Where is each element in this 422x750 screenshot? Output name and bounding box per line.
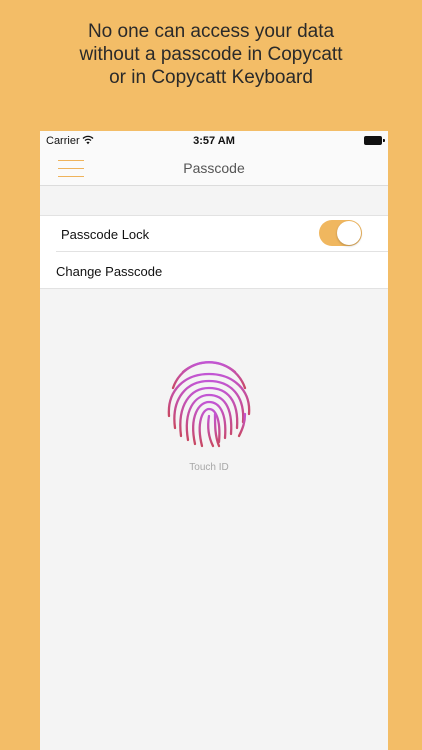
promo-caption: No one can access your data without a pa… [0,20,422,89]
status-bar: Carrier 3:57 AM [40,131,388,151]
phone-screen: Carrier 3:57 AM Passcode Passcode Lock C… [40,131,388,750]
promo-line-2: without a passcode in Copycatt [79,44,343,65]
page-title: Passcode [183,160,245,176]
change-passcode-label: Change Passcode [56,264,163,279]
touch-id-label: Touch ID [189,462,229,473]
passcode-lock-toggle[interactable] [319,220,362,246]
promo-line-1: No one can access your data [87,21,335,42]
promo-line-3: or in Copycatt Keyboard [109,67,313,88]
toggle-knob [337,221,361,245]
navigation-bar: Passcode [40,151,388,186]
passcode-lock-row: Passcode Lock [40,216,388,252]
change-passcode-row[interactable]: Change Passcode [40,252,388,288]
fingerprint-icon[interactable] [163,356,255,453]
battery-icon [364,136,385,145]
settings-group: Passcode Lock Change Passcode [40,215,388,289]
status-time: 3:57 AM [193,135,235,147]
passcode-lock-label: Passcode Lock [61,227,150,242]
